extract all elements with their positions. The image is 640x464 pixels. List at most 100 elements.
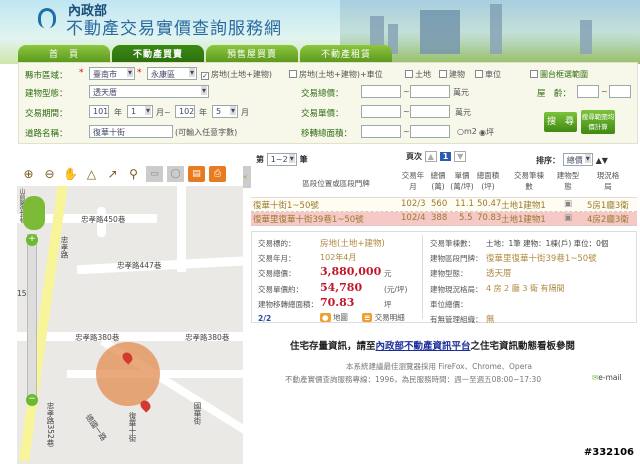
checkbox-land-building-parking[interactable]: 房地(土地+建物)+車位 — [289, 69, 383, 80]
table-row[interactable]: 復華十街1~50號 102/3 560 11.1 50.47 土地1建物1 ▣ … — [251, 198, 637, 212]
row-unit: 11.1 — [455, 199, 474, 209]
next-page-icon[interactable]: ▼ — [454, 151, 467, 162]
map-label: 忠孝路380巷 — [185, 333, 230, 342]
city-select[interactable]: 臺南市 — [89, 67, 135, 80]
building-type-icon[interactable]: ▣ — [564, 213, 572, 223]
locate-pin-icon[interactable]: ⚲ — [125, 166, 142, 182]
col-area[interactable]: 總面積(坪) — [475, 170, 501, 192]
email-link[interactable]: ✉e-mail — [592, 373, 622, 382]
transaction-detail-link[interactable]: ≡ 交易明細 — [362, 312, 405, 323]
building-type-select[interactable]: 透天厝 — [89, 85, 209, 98]
row-address: 復華里復華十街39巷1~50號 — [253, 215, 364, 225]
tab-real-estate-sale[interactable]: 不動產買賣 — [112, 45, 204, 62]
map-link[interactable]: ● 地圖 — [320, 312, 348, 323]
row-count: 土地1建物1 — [501, 215, 546, 225]
total-price-max-input[interactable] — [410, 85, 450, 98]
map-label: 忠孝路380巷 — [75, 333, 120, 342]
average-price-button[interactable]: 搜尋範圍均價計算 — [581, 110, 615, 134]
col-unit[interactable]: 單價(萬/坪) — [450, 170, 474, 192]
search-button[interactable]: 搜 尋 — [544, 112, 577, 132]
radio-ping[interactable]: ◉坪 — [479, 127, 494, 138]
unit-price-max-input[interactable] — [410, 105, 450, 118]
period-label: 交易期間： — [25, 109, 68, 119]
map-view[interactable]: 忠孝路450巷 忠孝路447巷 忠孝路380巷 忠孝路380巷 忠孝路 忠孝路3… — [17, 162, 243, 464]
detail-unit: (元/坪) — [384, 285, 408, 294]
zoom-in-tool-icon[interactable]: ⊕ — [20, 166, 37, 182]
tab-home[interactable]: 首 頁 — [18, 45, 110, 62]
detail-label: 建物現況格局： — [430, 285, 483, 294]
row-total: 388 — [431, 213, 448, 223]
transaction-detail: 交易標的： 房地(土地+建物) 交易年月： 102年4月 交易總價： 3,880… — [251, 231, 637, 325]
age-label: 屋 齡： — [537, 89, 572, 99]
checkbox-land-building[interactable]: ✓ 房地(土地+建物) — [201, 69, 272, 80]
checkbox-map-selection[interactable]: 圖台框選範圍 — [530, 69, 588, 80]
page-number[interactable]: 1 — [439, 152, 452, 161]
radio-m2[interactable]: ○m2 — [457, 127, 477, 136]
map-label: 忠孝路352巷 — [46, 402, 55, 447]
pagination: 頁次 ▲ 1 ▼ — [406, 151, 467, 162]
row-layout: 5房1廳3衛 — [587, 201, 629, 211]
detail-label: 建物型態： — [430, 269, 468, 278]
measure-area-icon[interactable]: △ — [83, 166, 100, 182]
range-select[interactable]: 1~2 — [266, 153, 297, 166]
year-unit: 年 — [199, 108, 207, 117]
layer-icon[interactable]: ▤ — [188, 166, 205, 182]
checkbox-building[interactable]: 建物 — [439, 69, 465, 80]
detail-date: 102年4月 — [320, 253, 357, 262]
area-min-input[interactable] — [361, 125, 401, 138]
unit-price-min-input[interactable] — [361, 105, 401, 118]
detail-label: 交易筆棟數： — [430, 239, 475, 248]
sort-asc-desc-icon[interactable]: ▲▼ — [596, 156, 608, 165]
detail-count: 土地：1筆 建物：1棟(戶) 車位：0個 — [486, 239, 609, 248]
pan-hand-icon[interactable]: ✋ — [62, 166, 79, 182]
to-year-input[interactable]: 102 — [175, 105, 195, 118]
to-month-select[interactable]: 5 — [212, 105, 238, 118]
total-price-min-input[interactable] — [361, 85, 401, 98]
pan-control[interactable] — [23, 196, 45, 230]
building-type-icon[interactable]: ▣ — [564, 199, 572, 209]
rect-select-icon[interactable]: ▭ — [146, 166, 163, 182]
col-date[interactable]: 交易年月 — [401, 170, 425, 192]
col-layout: 現況格局 — [596, 171, 620, 191]
circle-select-icon[interactable]: ◯ — [167, 166, 184, 182]
tab-rental[interactable]: 不動產租賃 — [300, 45, 392, 62]
list-icon: ≡ — [362, 313, 373, 322]
checkbox-land[interactable]: 土地 — [405, 69, 431, 80]
map-toolbar: ⊕ ⊖ ✋ △ ↗ ⚲ ▭ ◯ ▤ ⎙ — [17, 162, 243, 186]
month-unit: 月 — [241, 108, 249, 117]
collapse-panel-icon[interactable]: « — [243, 166, 251, 188]
row-address: 復華十街1~50號 — [253, 201, 319, 211]
detail-unit-price: 54,780 — [320, 281, 363, 294]
zoom-slider[interactable] — [27, 234, 37, 404]
col-address: 區段位置或區段門牌 — [302, 179, 370, 188]
prev-page-icon[interactable]: ▲ — [424, 151, 437, 162]
detail-layout: 4 房 2 廳 3 衛 有隔間 — [486, 284, 565, 293]
platform-link[interactable]: 內政部不動產資訊平台 — [376, 341, 471, 352]
measure-distance-icon[interactable]: ↗ — [104, 166, 121, 182]
map-label: 復華十街 — [128, 412, 137, 442]
age-max-input[interactable] — [609, 85, 631, 98]
row-date: 102/3 — [401, 199, 426, 209]
sort-control: 排序： 總價 ▲▼ — [536, 153, 608, 166]
col-total[interactable]: 總價(萬) — [427, 170, 449, 192]
zoom-in-icon[interactable]: + — [26, 234, 38, 246]
map-label: 忠孝路 — [60, 236, 69, 259]
area-max-input[interactable] — [410, 125, 450, 138]
tilde: ~ — [601, 87, 608, 96]
road-input[interactable]: 復華十街 — [89, 125, 173, 138]
zoom-out-icon[interactable]: − — [26, 394, 38, 406]
image-id-stamp: #332106 — [583, 447, 634, 458]
checkbox-parking[interactable]: 車位 — [475, 69, 501, 80]
sort-select[interactable]: 總價 — [562, 153, 593, 166]
table-row-selected[interactable]: 復華里復華十街39巷1~50號 102/4 388 5.5 70.83 土地1建… — [251, 212, 637, 226]
zoom-out-tool-icon[interactable]: ⊖ — [41, 166, 58, 182]
tab-presale[interactable]: 預售屋買賣 — [206, 45, 298, 62]
road-hint: (可輸入任意字數) — [175, 128, 238, 137]
age-min-input[interactable] — [577, 85, 599, 98]
map-print-icon[interactable]: ⎙ — [209, 166, 226, 182]
from-year-input[interactable]: 101 — [89, 105, 109, 118]
district-select[interactable]: 永康區 — [147, 67, 197, 80]
year-unit: 年 — [114, 108, 122, 117]
from-month-select[interactable]: 1 — [127, 105, 153, 118]
hotline-note: 不動產實價查詢服務專線：1996，為民服務時間：週一至週五08:00~17:30 — [285, 375, 542, 384]
